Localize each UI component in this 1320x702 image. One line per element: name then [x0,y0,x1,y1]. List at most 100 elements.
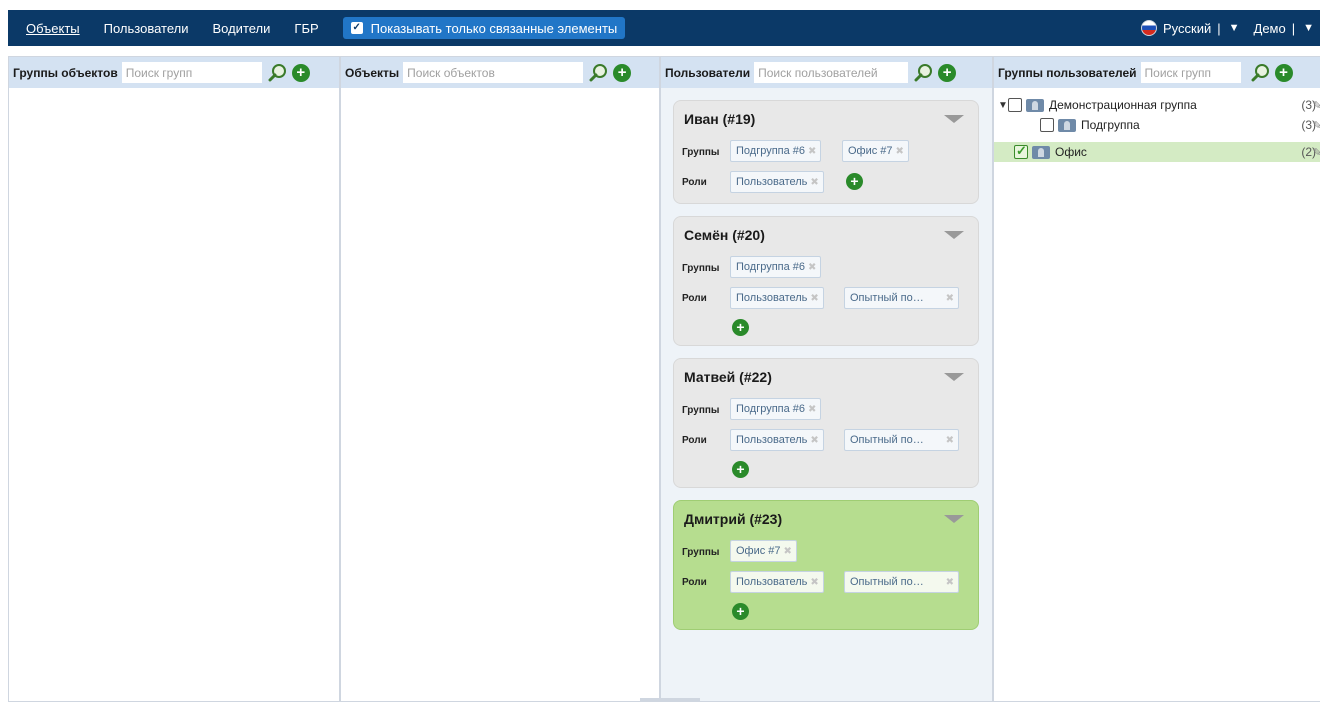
chevron-down-icon[interactable] [944,373,964,381]
groups-label: Группы [682,405,720,416]
user-groups-tree: ▼ Демонстрационная группа (3) ✎ Подгрупп… [994,88,1320,701]
user-card[interactable]: Иван (#19) Группы Подгруппа #6 ✖ Офис #7 ✖… [673,100,979,204]
role-tag[interactable]: Опытный по… ✖ [844,571,959,593]
role-tag[interactable]: Пользователь ✖ [730,171,824,193]
close-icon[interactable]: ✖ [810,293,818,304]
pencil-icon[interactable]: ✎ [1313,99,1320,112]
role-tag[interactable]: Пользователь ✖ [730,429,824,451]
roles-label: Роли [682,177,707,188]
object-groups-list [9,88,339,701]
close-icon[interactable]: ✖ [808,146,816,157]
panel-title: Группы пользователей [998,65,1137,80]
user-group-icon [1026,98,1044,112]
language-selector[interactable]: Русский [1163,21,1211,36]
role-tag[interactable]: Опытный по… ✖ [844,429,959,451]
add-object-button[interactable]: + [613,63,632,82]
user-card[interactable]: Матвей (#22) Группы Подгруппа #6 ✖ Роли П… [673,358,979,488]
panel-header: Группы объектов + [9,57,339,88]
groups-label: Группы [682,263,720,274]
chevron-down-icon[interactable] [944,115,964,123]
close-icon[interactable]: ✖ [946,577,954,588]
close-icon[interactable]: ✖ [810,177,818,188]
chevron-down-icon[interactable] [944,231,964,239]
user-group-icon [1058,118,1076,132]
pencil-icon[interactable]: ✎ [1313,146,1320,159]
group-checkbox-checked[interactable] [1014,143,1028,159]
horizontal-scrollbar[interactable] [640,698,700,702]
group-checkbox[interactable] [1008,98,1022,112]
role-tag[interactable]: Пользователь ✖ [730,571,824,593]
close-icon[interactable]: ✖ [808,404,816,415]
tag-label: Офис #7 [848,145,893,157]
pencil-icon[interactable]: ✎ [1313,119,1320,132]
user-card[interactable]: Семён (#20) Группы Подгруппа #6 ✖ Роли По… [673,216,979,346]
add-user-button[interactable]: + [938,63,957,82]
roles-label: Роли [682,293,707,304]
tag-label: Подгруппа #6 [736,403,806,415]
object-groups-panel: Группы объектов + [8,56,340,702]
separator: | [1291,20,1296,36]
nav-users[interactable]: Пользователи [104,21,189,36]
search-icon[interactable] [1251,63,1271,83]
groups-label: Группы [682,147,720,158]
expand-caret-icon[interactable]: ▼ [998,100,1008,111]
group-tag[interactable]: Офис #7 ✖ [842,140,909,162]
close-icon[interactable]: ✖ [784,546,792,557]
role-tag[interactable]: Опытный по… ✖ [844,287,959,309]
user-name: Иван (#19) [684,111,756,127]
nav-drivers[interactable]: Водители [212,21,270,36]
add-group-button[interactable]: + [291,63,310,82]
tag-label: Подгруппа #6 [736,261,806,273]
add-role-button[interactable]: + [732,319,749,336]
objects-search-input[interactable] [403,62,584,83]
show-linked-label: Показывать только связанные элементы [370,20,618,36]
role-tag[interactable]: Пользователь ✖ [730,287,824,309]
user-groups-search-input[interactable] [1140,62,1241,83]
close-icon[interactable]: ✖ [810,577,818,588]
language-dropdown-icon[interactable]: ▼ [1229,22,1240,34]
chevron-down-icon[interactable] [944,515,964,523]
user-card-selected[interactable]: Дмитрий (#23) Группы Офис #7 ✖ Роли Польз… [673,500,979,630]
group-tag[interactable]: Подгруппа #6 ✖ [730,256,822,278]
roles-label: Роли [682,435,707,446]
add-role-button[interactable]: + [732,603,749,620]
tree-row-selected[interactable]: Офис (2) ✎ [994,142,1320,162]
group-tag[interactable]: Подгруппа #6 ✖ [730,398,822,420]
panel-header: Группы пользователей + [994,57,1320,88]
search-icon[interactable] [914,63,934,83]
user-group-icon [1032,145,1050,159]
tree-row[interactable]: Подгруппа (3) ✎ [994,115,1320,135]
show-linked-toggle[interactable]: ✓ Показывать только связанные элементы [342,17,626,39]
close-icon[interactable]: ✖ [808,262,816,273]
group-tag[interactable]: Подгруппа #6 ✖ [730,140,822,162]
tag-label: Офис #7 [736,545,781,557]
tag-label: Пользователь [736,176,808,188]
object-groups-search-input[interactable] [121,62,262,83]
search-icon[interactable] [268,63,288,83]
account-menu[interactable]: Демо [1254,21,1286,36]
tag-label: Пользователь [736,576,808,588]
nav-objects[interactable]: Объекты [26,21,80,36]
close-icon[interactable]: ✖ [946,435,954,446]
users-panel: Пользователи + Иван (#19) Группы Подгруп… [660,56,993,702]
nav-gbr[interactable]: ГБР [294,21,318,36]
tree-row[interactable]: ▼ Демонстрационная группа (3) ✎ [994,95,1320,115]
russia-flag-icon [1140,20,1157,36]
close-icon[interactable]: ✖ [810,435,818,446]
account-dropdown-icon[interactable]: ▼ [1303,22,1314,34]
user-name: Матвей (#22) [684,369,772,385]
group-checkbox[interactable] [1040,118,1054,132]
tag-label: Опытный по… [850,576,924,588]
users-search-input[interactable] [754,62,909,83]
group-tag[interactable]: Офис #7 ✖ [730,540,797,562]
top-navigation-bar: Объекты Пользователи Водители ГБР ✓ Пока… [8,10,1320,46]
add-role-button[interactable]: + [846,173,863,190]
close-icon[interactable]: ✖ [896,146,904,157]
add-role-button[interactable]: + [732,461,749,478]
panel-title: Пользователи [665,65,751,80]
separator: | [1217,20,1221,36]
user-name: Дмитрий (#23) [684,511,783,527]
close-icon[interactable]: ✖ [946,293,954,304]
search-icon[interactable] [589,63,609,83]
add-user-group-button[interactable]: + [1274,63,1293,82]
